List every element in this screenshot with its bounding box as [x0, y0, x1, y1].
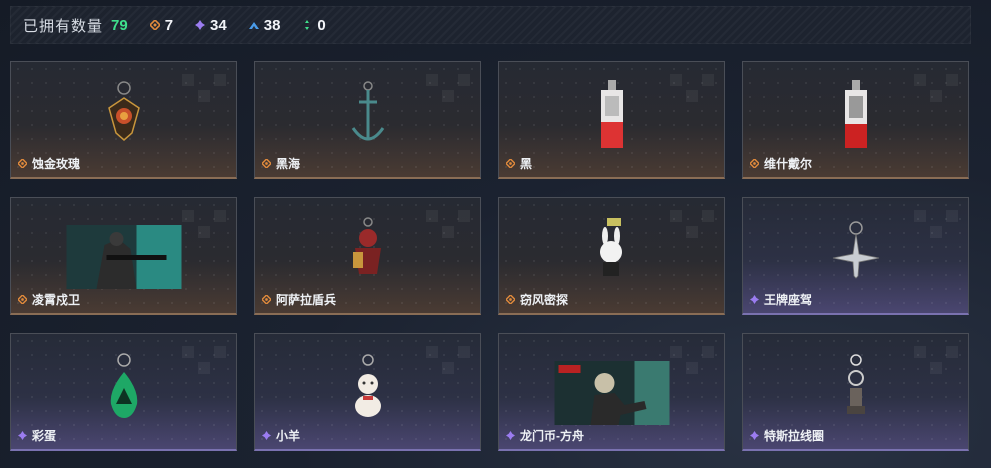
jet-charm-image — [832, 221, 879, 279]
inventory-summary-bar: 已拥有数量 79 7 34 38 0 — [10, 6, 971, 44]
item-card-ace-ride[interactable]: 王牌座驾 — [742, 197, 969, 315]
soldier-banner-image — [66, 225, 181, 289]
purple-diamond-icon — [195, 20, 206, 30]
purple-diamond-icon — [262, 431, 271, 440]
item-name: 王牌座驾 — [764, 293, 813, 307]
stat-purple: 34 — [195, 17, 227, 34]
owned-count-label: 已拥有数量 — [23, 17, 104, 35]
sheep-charm-image — [354, 354, 381, 417]
purple-diamond-icon — [506, 431, 515, 440]
anchor-charm-image — [351, 81, 384, 141]
item-name: 黑海 — [276, 157, 301, 171]
egg-charm-image — [110, 353, 137, 418]
stat-gold-count: 7 — [164, 16, 174, 34]
item-card-tesla-coil[interactable]: 特斯拉线圈 — [742, 333, 969, 451]
item-name: 彩蛋 — [32, 429, 57, 443]
item-card-asala-shield[interactable]: 阿萨拉盾兵 — [254, 197, 481, 315]
stat-green-count: 0 — [317, 16, 326, 34]
item-card-lamb[interactable]: 小羊 — [254, 333, 481, 451]
bunny-charm-image — [599, 218, 622, 276]
stat-blue-count: 38 — [263, 16, 281, 34]
stat-green: 0 — [302, 16, 326, 34]
warrior-charm-image — [352, 217, 381, 274]
purple-diamond-icon — [750, 431, 759, 440]
item-card-black[interactable]: 黑 — [498, 61, 725, 179]
gold-diamond-icon — [18, 159, 27, 168]
item-name: 小羊 — [276, 429, 301, 443]
zombie-banner-image — [554, 361, 669, 425]
gold-diamond-icon — [506, 159, 515, 168]
gold-diamond-icon — [149, 20, 160, 30]
gold-diamond-icon — [506, 295, 515, 304]
stat-blue: 38 — [248, 16, 281, 34]
item-name: 龙门币-方舟 — [520, 429, 584, 443]
item-card-rose[interactable]: 蚀金玫瑰 — [10, 61, 237, 179]
rose-charm-image — [107, 81, 140, 141]
item-card-dragon-coin-ark[interactable]: 龙门币-方舟 — [498, 333, 725, 451]
item-card-soldier[interactable]: 凌霄戍卫 — [10, 197, 237, 315]
item-grid: 蚀金玫瑰 黑海 黑 维什戴尔 凌霄戍卫 阿萨拉盾兵 窃风密探 王牌座驾 彩蛋 小… — [10, 61, 969, 461]
item-name: 窃风密探 — [520, 293, 569, 307]
owned-count-total: 79 — [111, 16, 128, 34]
item-name: 阿萨拉盾兵 — [276, 293, 337, 307]
stat-gold: 7 — [149, 16, 174, 34]
item-name: 蚀金玫瑰 — [32, 157, 81, 171]
item-name: 黑 — [520, 157, 533, 171]
item-name: 特斯拉线圈 — [764, 429, 825, 443]
stat-purple-count: 34 — [210, 16, 227, 34]
item-card-wisadel[interactable]: 维什戴尔 — [742, 61, 969, 179]
gold-diamond-icon — [18, 295, 27, 304]
blue-rarity-icon — [248, 22, 259, 29]
item-card-easter-egg[interactable]: 彩蛋 — [10, 333, 237, 451]
item-card-wind-spy[interactable]: 窃风密探 — [498, 197, 725, 315]
green-rarity-icon — [305, 20, 310, 30]
card-charm-image — [844, 80, 867, 148]
tesla-charm-image — [846, 354, 865, 414]
gold-diamond-icon — [262, 159, 271, 168]
gold-diamond-icon — [750, 159, 759, 168]
item-card-black-sea[interactable]: 黑海 — [254, 61, 481, 179]
item-name: 凌霄戍卫 — [32, 293, 81, 307]
item-name: 维什戴尔 — [764, 157, 813, 171]
gold-diamond-icon — [262, 295, 271, 304]
purple-diamond-icon — [18, 431, 27, 440]
purple-diamond-icon — [750, 295, 759, 304]
card-charm-image — [600, 80, 623, 148]
